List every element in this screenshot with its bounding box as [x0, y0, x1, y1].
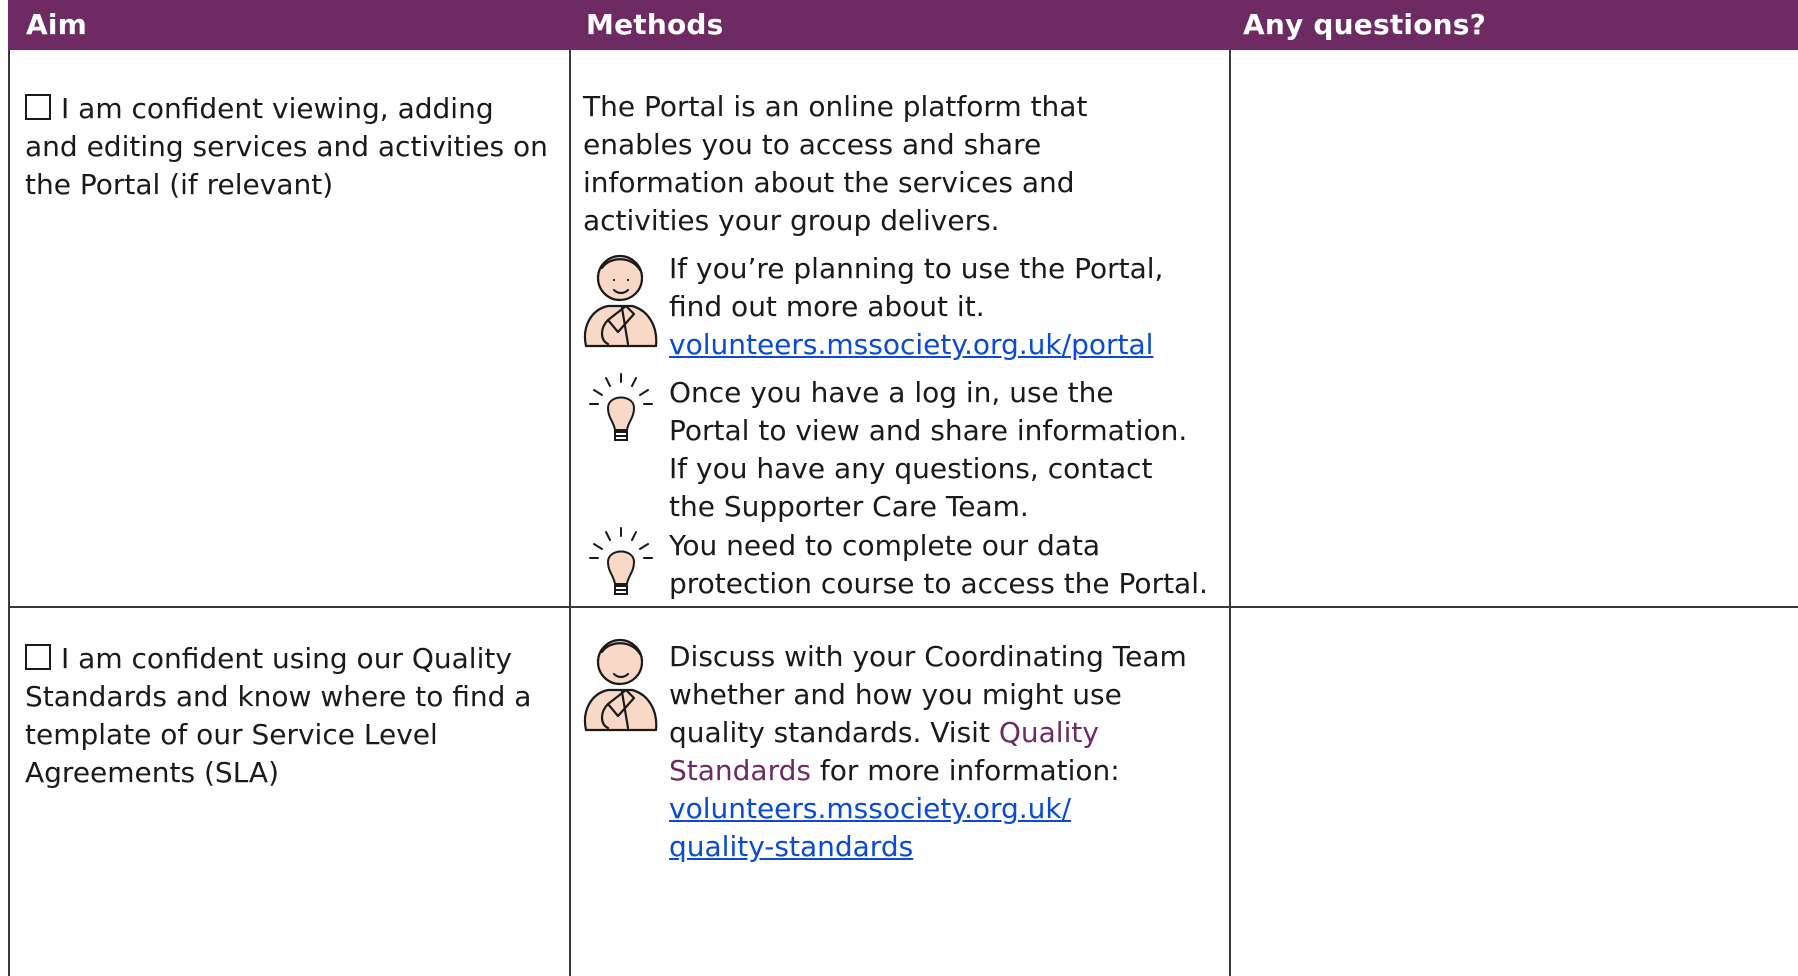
table-header: Aim Methods Any questions?: [8, 0, 1798, 50]
tip-find-out-more: If you’re planning to use the Portal, fi…: [669, 250, 1225, 364]
quality-standards-url[interactable]: volunteers.mssociety.org.uk/: [669, 792, 1071, 825]
lightbulb-icon: [589, 373, 653, 441]
methods-text: Discuss with your Coordinating Team: [669, 640, 1187, 673]
aim-text: the Portal (if relevant): [25, 168, 334, 201]
methods-text: the Supporter Care Team.: [669, 490, 1029, 523]
aims-table: Aim Methods Any questions? I am confiden…: [8, 0, 1798, 976]
methods-text: Once you have a log in, use the: [669, 376, 1114, 409]
tip-data-protection: You need to complete our data protection…: [669, 527, 1225, 603]
aim-checkbox[interactable]: [25, 644, 51, 670]
methods-text: The Portal is an online platform that: [583, 90, 1088, 123]
methods-intro: The Portal is an online platform that en…: [583, 88, 1223, 240]
grid-line: [569, 50, 571, 976]
aim-text: Agreements (SLA): [25, 756, 280, 789]
thinking-person-icon: [583, 638, 658, 732]
header-methods: Methods: [586, 8, 724, 41]
grid-line: [1229, 50, 1231, 976]
row-divider: [8, 606, 1798, 608]
methods-text: If you’re planning to use the Portal,: [669, 252, 1164, 285]
methods-text: quality standards. Visit: [669, 716, 999, 749]
aim-text: I am confident using our Quality: [61, 642, 512, 675]
tip-quality-standards: Discuss with your Coordinating Team whet…: [669, 638, 1225, 866]
aim-text: I am confident viewing, adding: [61, 92, 494, 125]
aim-cell-portal: I am confident viewing, adding and editi…: [25, 90, 555, 204]
grid-line: [8, 50, 10, 976]
aim-checkbox[interactable]: [25, 94, 51, 120]
methods-text: enables you to access and share: [583, 128, 1042, 161]
quality-standards-link[interactable]: Standards: [669, 754, 811, 787]
methods-text: protection course to access the Portal.: [669, 567, 1208, 600]
methods-text: for more information:: [810, 754, 1120, 787]
methods-text: You need to complete our data: [669, 529, 1101, 562]
portal-link[interactable]: volunteers.mssociety.org.uk/portal: [669, 328, 1153, 361]
methods-text: If you have any questions, contact: [669, 452, 1153, 485]
aim-cell-quality-standards: I am confident using our Quality Standar…: [25, 640, 555, 792]
aim-text: and editing services and activities on: [25, 130, 548, 163]
header-aim: Aim: [26, 8, 88, 41]
aim-text: Standards and know where to find a: [25, 680, 532, 713]
aim-text: template of our Service Level: [25, 718, 438, 751]
methods-text: information about the services and: [583, 166, 1075, 199]
quality-standards-url[interactable]: quality-standards: [669, 830, 913, 863]
lightbulb-icon: [589, 527, 653, 595]
thinking-person-icon: [583, 254, 658, 348]
quality-standards-link[interactable]: Quality: [999, 716, 1099, 749]
methods-text: find out more about it.: [669, 290, 985, 323]
tip-use-portal: Once you have a log in, use the Portal t…: [669, 374, 1225, 526]
methods-text: activities your group delivers.: [583, 204, 1000, 237]
header-questions: Any questions?: [1243, 8, 1487, 41]
methods-text: Portal to view and share information.: [669, 414, 1188, 447]
methods-text: whether and how you might use: [669, 678, 1122, 711]
